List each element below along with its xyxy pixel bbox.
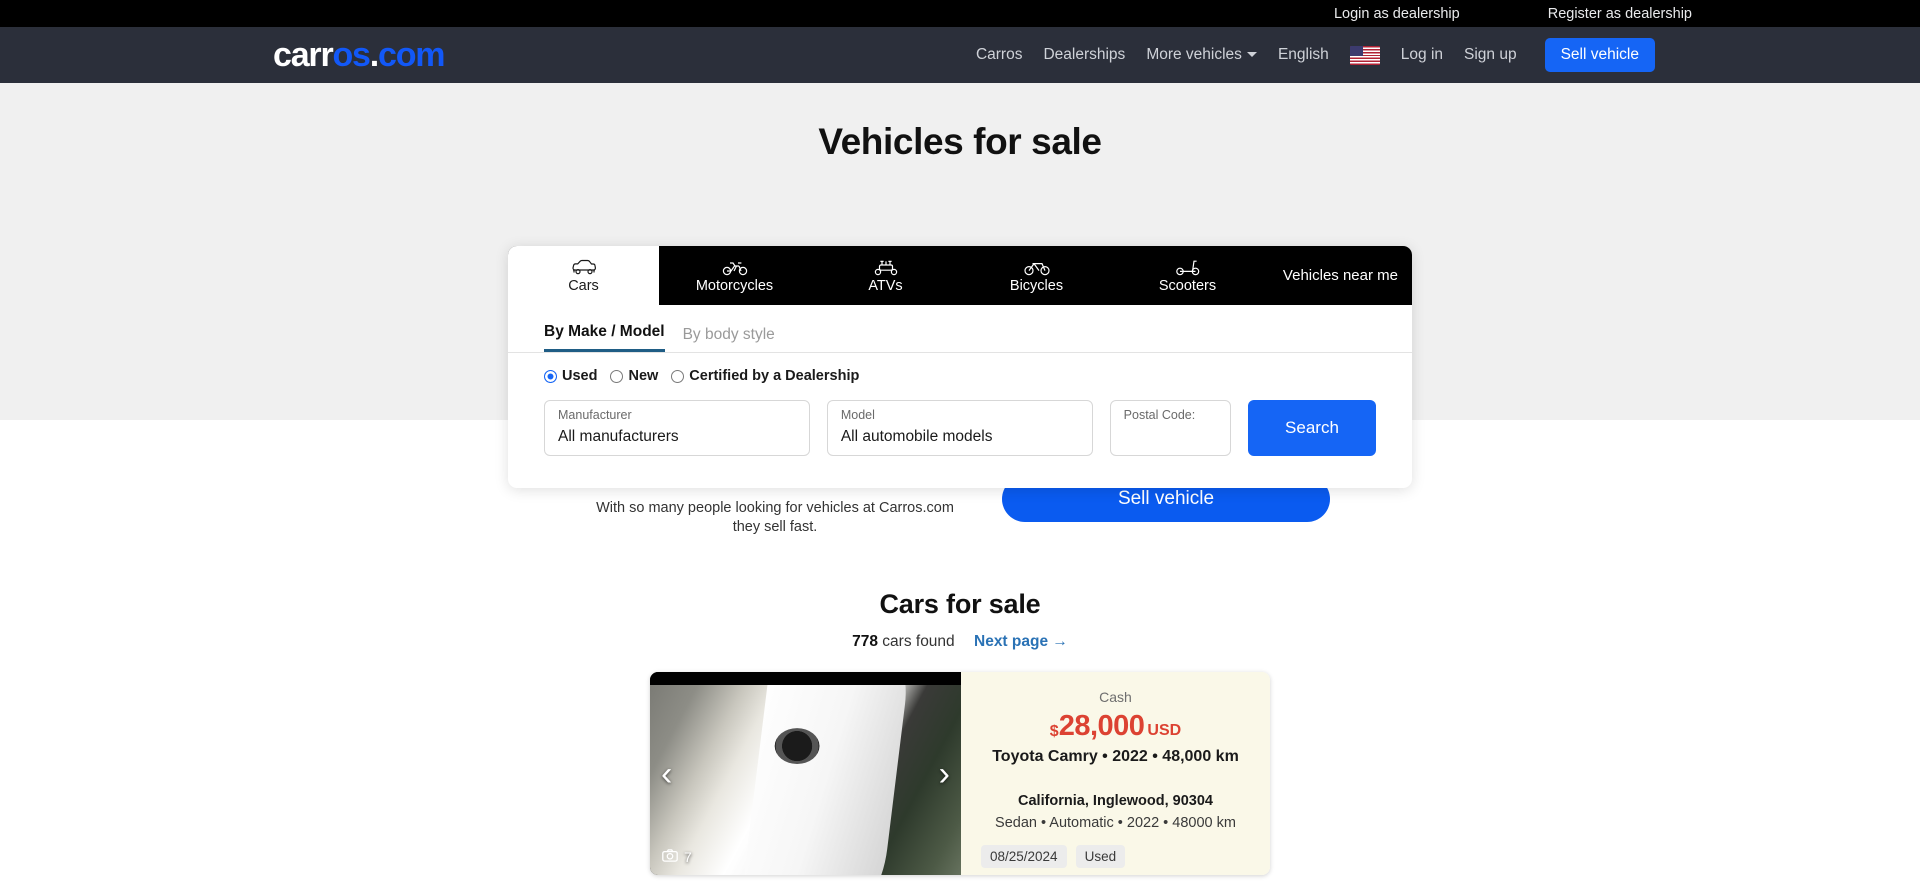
logo-part-4: com xyxy=(378,36,446,74)
radio-new-indicator[interactable] xyxy=(610,369,624,383)
tab-motorcycles-label: Motorcycles xyxy=(695,277,774,294)
search-button[interactable]: Search xyxy=(1247,400,1377,456)
radio-certified-dealership[interactable]: Certified by a Dealership xyxy=(671,368,859,384)
listing-currency-symbol: $ xyxy=(1049,723,1059,740)
page-title: Vehicles for sale xyxy=(818,121,1102,162)
listing-photo-image xyxy=(650,672,961,875)
listings-container: ‹ › 7 Cash $28,000 USD Toyota Camry • 20… xyxy=(0,672,1920,888)
tab-bicycles[interactable]: Bicycles xyxy=(961,246,1112,305)
manufacturer-label: Manufacturer xyxy=(558,408,632,422)
camera-icon xyxy=(662,849,678,865)
cars-found-suffix: cars found xyxy=(882,633,955,650)
next-page-link[interactable]: Next page → xyxy=(974,633,1068,650)
bicycle-icon xyxy=(1023,258,1050,276)
manufacturer-select[interactable]: Manufacturer All manufacturers xyxy=(544,400,810,456)
vehicle-type-tabs: Cars Motorcycles ATVs Bicycles Scooters … xyxy=(508,246,1412,305)
listing-condition-chip: Used xyxy=(1075,845,1126,868)
tab-cars[interactable]: Cars xyxy=(508,246,659,305)
logo-part-1: carr xyxy=(273,36,334,74)
postal-code-field[interactable]: Postal Code: xyxy=(1109,400,1231,456)
listing-title: Toyota Camry • 2022 • 48,000 km xyxy=(992,748,1239,765)
tab-motorcycles[interactable]: Motorcycles xyxy=(659,246,810,305)
nav-link-language[interactable]: English xyxy=(1278,46,1329,64)
tab-scooters[interactable]: Scooters xyxy=(1112,246,1263,305)
model-value: All automobile models xyxy=(840,428,993,445)
sell-my-vehicle-description: With so many people looking for vehicles… xyxy=(596,500,954,535)
hero-section: Vehicles for sale Cars Motorcycles ATVs … xyxy=(0,83,1920,488)
logo-part-3: . xyxy=(369,36,379,74)
listing-chips: 08/25/2024 Used xyxy=(981,845,1250,868)
listing-photo-letterbox xyxy=(650,672,961,685)
tab-by-make-model[interactable]: By Make / Model xyxy=(544,323,665,352)
sell-vehicle-nav-button[interactable]: Sell vehicle xyxy=(1544,38,1655,72)
listing-currency-code: USD xyxy=(1147,722,1182,739)
radio-used-indicator[interactable] xyxy=(544,369,557,383)
search-fields-row: Manufacturer All manufacturers Model All… xyxy=(508,384,1412,488)
listing-price-amount: 28,000 xyxy=(1058,710,1145,742)
radio-new-label: New xyxy=(628,368,659,384)
chevron-down-icon xyxy=(1246,52,1257,58)
chevron-left-icon[interactable]: ‹ xyxy=(661,757,672,791)
top-utility-bar: Login as dealership Register as dealersh… xyxy=(0,0,1920,27)
scooter-icon xyxy=(1175,258,1201,276)
cars-for-sale-section: Cars for sale 778 cars found Next page →… xyxy=(0,537,1920,888)
condition-radio-group: Used New Certified by a Dealership xyxy=(508,353,1412,384)
radio-certified-indicator[interactable] xyxy=(671,369,685,383)
cars-for-sale-meta: 778 cars found Next page → xyxy=(0,633,1920,651)
tab-atvs-label: ATVs xyxy=(868,277,903,294)
nav-link-carros[interactable]: Carros xyxy=(976,46,1023,64)
car-icon xyxy=(571,258,597,276)
sign-up-link[interactable]: Sign up xyxy=(1464,46,1517,64)
model-select[interactable]: Model All automobile models xyxy=(826,400,1093,456)
site-logo[interactable]: carros.com xyxy=(273,36,446,74)
cars-for-sale-heading: Cars for sale xyxy=(879,589,1041,619)
listing-photo-count: 7 xyxy=(662,849,692,865)
atv-icon xyxy=(873,258,899,276)
motorcycle-icon xyxy=(722,258,748,276)
radio-new[interactable]: New xyxy=(610,368,658,384)
tab-by-body-style[interactable]: By body style xyxy=(683,326,775,352)
listing-location: California, Inglewood, 90304 xyxy=(1018,793,1213,809)
nav-link-more-vehicles[interactable]: More vehicles xyxy=(1146,46,1257,64)
listing-payment-type: Cash xyxy=(1099,689,1132,705)
us-flag-icon[interactable] xyxy=(1349,45,1380,65)
main-navigation-bar: carros.com Carros Dealerships More vehic… xyxy=(0,27,1920,83)
cars-found-count: 778 xyxy=(852,633,878,650)
vehicle-search-widget: Cars Motorcycles ATVs Bicycles Scooters … xyxy=(508,246,1412,488)
postal-code-label: Postal Code: xyxy=(1123,408,1196,422)
listing-details: Cash $28,000 USD Toyota Camry • 2022 • 48… xyxy=(961,672,1270,875)
login-as-dealership-link[interactable]: Login as dealership xyxy=(1334,6,1460,22)
register-as-dealership-link[interactable]: Register as dealership xyxy=(1548,6,1692,22)
search-mode-tabs: By Make / Model By body style xyxy=(508,305,1412,353)
listing-date-chip: 08/25/2024 xyxy=(981,845,1067,868)
listing-specs: Sedan • Automatic • 2022 • 48000 km xyxy=(995,815,1236,831)
nav-link-more-vehicles-label: More vehicles xyxy=(1146,46,1242,63)
log-in-link[interactable]: Log in xyxy=(1401,46,1443,64)
radio-used[interactable]: Used xyxy=(544,368,597,384)
listing-photo-count-value: 7 xyxy=(684,849,692,865)
tab-scooters-label: Scooters xyxy=(1158,277,1217,294)
tab-atvs[interactable]: ATVs xyxy=(810,246,961,305)
model-label: Model xyxy=(840,408,875,422)
vehicles-near-me-link[interactable]: Vehicles near me xyxy=(1265,246,1412,305)
radio-used-label: Used xyxy=(562,368,598,384)
chevron-right-icon[interactable]: › xyxy=(939,757,950,791)
logo-part-2: os xyxy=(332,36,370,74)
nav-link-dealerships[interactable]: Dealerships xyxy=(1043,46,1125,64)
listing-price: $28,000 USD xyxy=(981,710,1250,743)
listing-photo-carousel[interactable]: ‹ › 7 xyxy=(650,672,961,875)
tab-bicycles-label: Bicycles xyxy=(1009,277,1064,294)
tab-cars-label: Cars xyxy=(568,277,599,294)
manufacturer-value: All manufacturers xyxy=(558,428,679,445)
radio-certified-label: Certified by a Dealership xyxy=(689,368,860,384)
nav-links-group: Carros Dealerships More vehicles English… xyxy=(976,38,1655,72)
listing-card[interactable]: ‹ › 7 Cash $28,000 USD Toyota Camry • 20… xyxy=(650,672,1270,875)
